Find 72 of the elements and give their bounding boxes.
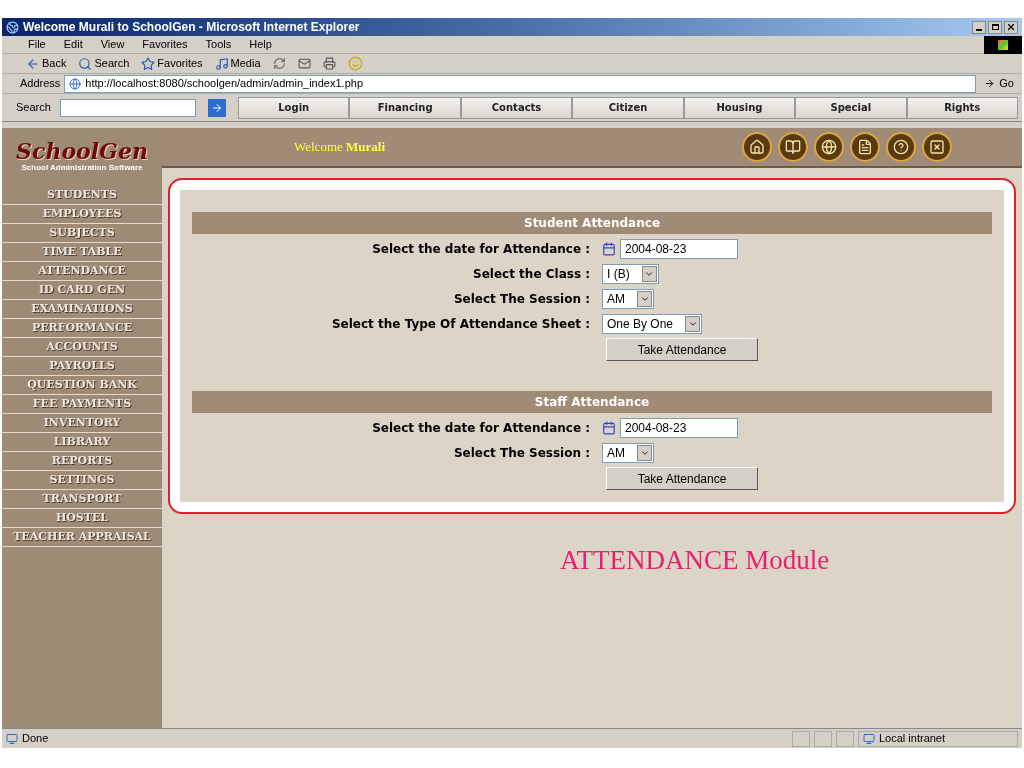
window-title: Welcome Murali to SchoolGen - Microsoft Internet Explorer: [23, 19, 361, 36]
home-icon[interactable]: [742, 132, 772, 162]
date-field[interactable]: 2004-08-23: [620, 417, 738, 438]
globe-icon[interactable]: [814, 132, 844, 162]
search-icon: [78, 56, 93, 71]
browser-icon: [6, 20, 19, 34]
dropdown[interactable]: One By One: [602, 313, 703, 334]
link-tab[interactable]: Special: [795, 96, 907, 119]
music-icon: [214, 56, 229, 71]
link-tab[interactable]: Rights: [906, 96, 1018, 119]
mail-icon[interactable]: [297, 57, 311, 70]
dropdown[interactable]: I (B): [602, 263, 659, 284]
link-tab[interactable]: Financing: [349, 96, 461, 119]
section-header: Staff Attendance: [192, 391, 992, 413]
status-pane: [836, 730, 854, 747]
printer-icon[interactable]: [322, 57, 336, 70]
arrow-icon: [211, 101, 223, 114]
date-field[interactable]: 2004-08-23: [620, 238, 738, 259]
zone-text: Local intranet: [879, 731, 946, 747]
welcome-text: Welcome Murali: [294, 138, 386, 157]
page-icon: [69, 77, 82, 90]
menu-item[interactable]: File: [28, 36, 46, 53]
intranet-icon: [863, 732, 875, 745]
search-field[interactable]: [60, 98, 196, 117]
status-pane: [792, 730, 810, 747]
page-icon: [6, 732, 18, 745]
module-caption: ATTENDANCE Module: [560, 544, 830, 577]
book-icon[interactable]: [778, 132, 808, 162]
field-label: Select the date for Attendance :: [371, 419, 591, 437]
section-header: Student Attendance: [192, 212, 992, 234]
field-label: Select the Class :: [472, 265, 591, 283]
go-arrow-icon: [984, 78, 996, 89]
menu-item[interactable]: View: [100, 36, 125, 53]
field-label: Select The Session :: [452, 444, 591, 462]
logo: SchoolGen: [16, 140, 148, 162]
close-button[interactable]: [1004, 20, 1018, 34]
help-icon[interactable]: [886, 132, 916, 162]
address-label: Address: [20, 76, 61, 92]
menu-item[interactable]: Favorites: [142, 36, 188, 53]
star-icon: [141, 56, 156, 71]
calendar-icon[interactable]: [602, 420, 616, 435]
go-button[interactable]: Go: [980, 75, 1018, 92]
menu-item[interactable]: Help: [249, 36, 272, 53]
refresh-icon[interactable]: [272, 57, 286, 70]
minimize-button[interactable]: [972, 20, 986, 34]
menu-item[interactable]: Edit: [63, 36, 83, 53]
close-box-icon[interactable]: [922, 132, 952, 162]
toolbar-button[interactable]: Favorites: [141, 55, 203, 72]
menu-item[interactable]: Tools: [205, 36, 232, 53]
document-icon[interactable]: [850, 132, 880, 162]
link-tab[interactable]: Housing: [683, 96, 796, 119]
toolbar-button[interactable]: Media: [214, 55, 261, 72]
link-tab[interactable]: Citizen: [572, 96, 684, 119]
field-label: Select The Session :: [452, 290, 591, 308]
field-label: Select the date for Attendance :: [371, 240, 591, 258]
calendar-icon[interactable]: [602, 241, 616, 256]
status-pane: [814, 730, 832, 747]
logo-subtitle: School Administration Software: [21, 162, 143, 174]
take-attendance-button[interactable]: Take Attendance: [606, 338, 758, 361]
toolbar-button[interactable]: Search: [78, 55, 130, 72]
take-attendance-button[interactable]: Take Attendance: [606, 467, 758, 490]
address-field[interactable]: http://localhost:8080/schoolgen/admin/admin_index1.php: [64, 74, 977, 93]
status-text: Done: [22, 731, 50, 747]
field-label: Select the Type Of Attendance Sheet :: [330, 315, 591, 333]
link-tab[interactable]: Login: [238, 96, 350, 119]
dropdown[interactable]: AM: [602, 288, 654, 309]
search-label: Search: [16, 100, 52, 116]
toolbar-button[interactable]: Back: [26, 55, 67, 72]
link-tab[interactable]: Contacts: [460, 96, 573, 119]
search-go-button[interactable]: [208, 98, 226, 117]
restore-button[interactable]: [988, 20, 1002, 34]
dropdown[interactable]: AM: [602, 442, 654, 463]
